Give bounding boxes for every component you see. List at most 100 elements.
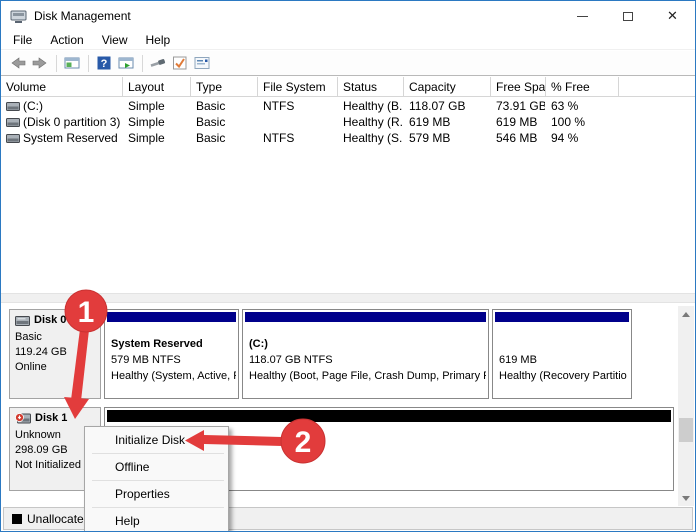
- cell-volume: (C:): [23, 99, 43, 113]
- cell-volume: (Disk 0 partition 3): [23, 115, 121, 129]
- partition-status: Healthy (Recovery Partitio: [499, 370, 627, 382]
- partition-size: 118.07 GB NTFS: [249, 354, 333, 366]
- disk0-name: Disk 0: [34, 314, 67, 326]
- unallocated-color-strip: [107, 410, 671, 422]
- menu-action[interactable]: Action: [41, 31, 92, 49]
- maximize-button[interactable]: [605, 1, 650, 31]
- menu-bar: File Action View Help: [1, 31, 695, 50]
- column-header-blank: [619, 77, 695, 97]
- cell-status: Healthy (B...: [343, 99, 403, 113]
- scroll-down-icon: [682, 495, 690, 501]
- menu-file[interactable]: File: [4, 31, 41, 49]
- cell-layout: Simple: [128, 99, 165, 113]
- disk1-context-menu: Initialize Disk Offline Properties Help: [84, 426, 229, 531]
- disk0-type: Basic: [15, 331, 42, 343]
- vertical-scrollbar[interactable]: [678, 306, 694, 506]
- scroll-up-icon: [682, 311, 690, 317]
- cell-capacity: 619 MB: [409, 115, 451, 129]
- check-disk-icon[interactable]: [171, 55, 189, 72]
- back-icon[interactable]: [9, 55, 27, 72]
- unallocated-label: Unallocated: [27, 511, 91, 526]
- partition-system-reserved[interactable]: System Reserved 579 MB NTFS Healthy (Sys…: [104, 309, 239, 399]
- column-header-capacity[interactable]: Capacity: [404, 77, 491, 97]
- menu-item-properties[interactable]: Properties: [85, 481, 228, 507]
- toolbar-separator: [56, 54, 57, 72]
- cell-volume: System Reserved: [23, 131, 118, 145]
- volume-list: Volume Layout Type File System Status Ca…: [1, 77, 695, 293]
- toolbar-separator: [88, 54, 89, 72]
- show-action-pane-icon[interactable]: [117, 55, 135, 72]
- cell-layout: Simple: [128, 115, 165, 129]
- partition-recovery[interactable]: 619 MB Healthy (Recovery Partitio: [492, 309, 632, 399]
- partition-name: (C:): [249, 338, 268, 350]
- maximize-icon: [622, 11, 633, 21]
- column-header-layout[interactable]: Layout: [123, 77, 191, 97]
- partition-name: [499, 336, 629, 352]
- disk0-status: Online: [15, 361, 47, 373]
- app-icon: [10, 10, 27, 23]
- help-icon[interactable]: ?: [95, 55, 113, 72]
- toolbar-separator: [142, 54, 143, 72]
- title-bar: Disk Management ✕: [1, 1, 695, 31]
- table-row[interactable]: System Reserved Simple Basic NTFS Health…: [1, 130, 695, 146]
- column-header-pct-free[interactable]: % Free: [546, 77, 619, 97]
- cell-file-system: NTFS: [263, 99, 295, 113]
- cell-status: Healthy (R...: [343, 115, 403, 129]
- close-button[interactable]: ✕: [650, 1, 695, 31]
- scroll-down-button[interactable]: [678, 490, 694, 506]
- show-console-tree-icon[interactable]: [63, 55, 81, 72]
- disk-management-window: Disk Management ✕ File Action View Help …: [0, 0, 696, 532]
- partition-size: 579 MB NTFS: [111, 354, 181, 366]
- disk0-label[interactable]: Disk 0 Basic 119.24 GB Online: [9, 309, 101, 399]
- forward-icon[interactable]: [31, 55, 49, 72]
- menu-view[interactable]: View: [93, 31, 137, 49]
- cell-status: Healthy (S...: [343, 131, 403, 145]
- scroll-up-button[interactable]: [678, 306, 694, 322]
- disk-error-icon: [15, 413, 31, 424]
- cell-file-system: [263, 114, 337, 130]
- partition-status: Healthy (Boot, Page File, Crash Dump, Pr…: [249, 370, 486, 382]
- partition-size: 619 MB: [499, 354, 537, 366]
- column-header-type[interactable]: Type: [191, 77, 258, 97]
- cell-capacity: 118.07 GB: [409, 99, 466, 113]
- svg-text:?: ?: [101, 58, 108, 70]
- cell-capacity: 579 MB: [409, 131, 451, 145]
- cell-free-space: 546 MB: [496, 131, 538, 145]
- table-row[interactable]: (Disk 0 partition 3) Simple Basic Health…: [1, 114, 695, 130]
- cell-free-space: 619 MB: [496, 115, 538, 129]
- cell-type: Basic: [196, 131, 226, 145]
- panel-splitter[interactable]: [1, 293, 695, 303]
- disk0-size: 119.24 GB: [15, 346, 67, 358]
- disk1-name: Disk 1: [35, 412, 68, 424]
- column-header-free-space[interactable]: Free Spa...: [491, 77, 546, 97]
- cell-file-system: NTFS: [263, 131, 295, 145]
- menu-help[interactable]: Help: [137, 31, 180, 49]
- volume-list-header: Volume Layout Type File System Status Ca…: [1, 77, 695, 97]
- scrollbar-thumb[interactable]: [679, 418, 693, 442]
- partition-c-drive[interactable]: (C:) 118.07 GB NTFS Healthy (Boot, Page …: [242, 309, 489, 399]
- properties-icon[interactable]: [193, 55, 211, 72]
- minimize-icon: [577, 15, 588, 17]
- cell-pct-free: 100 %: [551, 115, 586, 129]
- unallocated-swatch: [12, 513, 22, 524]
- cell-pct-free: 63 %: [551, 99, 579, 113]
- partition-color-strip: [107, 312, 236, 322]
- column-header-file-system[interactable]: File System: [258, 77, 338, 97]
- launch-tool-icon[interactable]: [149, 55, 167, 72]
- column-header-status[interactable]: Status: [338, 77, 404, 97]
- volume-icon: [6, 118, 20, 127]
- volume-icon: [6, 134, 20, 143]
- cell-type: Basic: [196, 99, 226, 113]
- menu-item-help[interactable]: Help: [85, 508, 228, 531]
- cell-pct-free: 94 %: [551, 131, 579, 145]
- cell-type: Basic: [196, 115, 226, 129]
- table-row[interactable]: (C:) Simple Basic NTFS Healthy (B... 118…: [1, 98, 695, 114]
- column-header-volume[interactable]: Volume: [1, 77, 123, 97]
- partition-status: Healthy (System, Active, P: [111, 370, 236, 382]
- minimize-button[interactable]: [560, 1, 605, 31]
- cell-layout: Simple: [128, 131, 165, 145]
- menu-item-offline[interactable]: Offline: [85, 454, 228, 480]
- disk-icon: [15, 315, 30, 326]
- menu-item-initialize-disk[interactable]: Initialize Disk: [85, 427, 228, 453]
- window-title: Disk Management: [34, 9, 131, 23]
